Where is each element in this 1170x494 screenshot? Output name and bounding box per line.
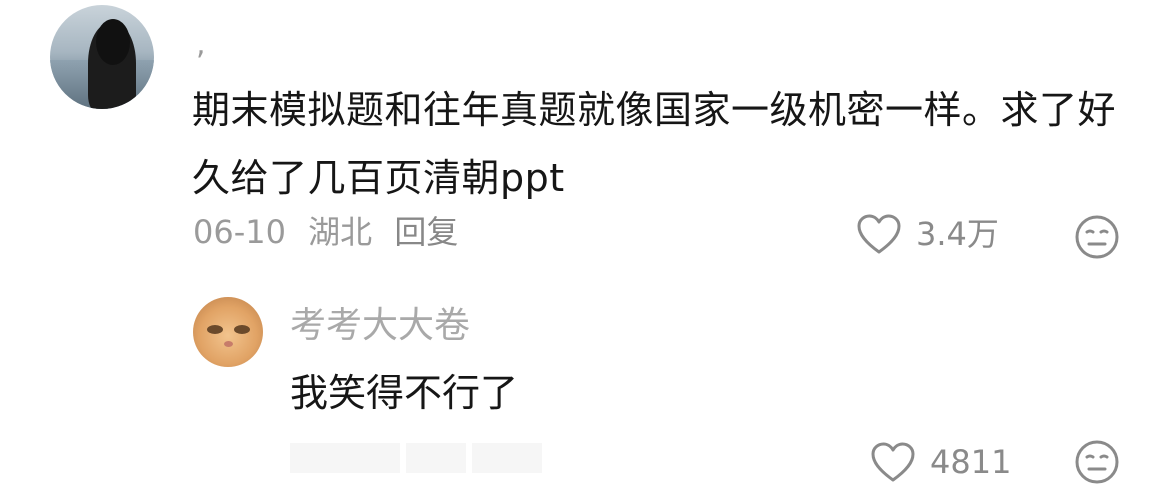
reply-like-count: 4811 xyxy=(930,443,1012,481)
cat-right-eye xyxy=(234,325,250,334)
redacted-meta xyxy=(290,440,552,476)
neutral-face-icon xyxy=(1075,440,1119,484)
reply-like-button[interactable]: 4811 xyxy=(870,440,1011,484)
comment-text: 期末模拟题和往年真题就像国家一级机密一样。求了好久给了几百页清朝ppt xyxy=(192,88,1117,200)
redacted-block xyxy=(406,443,466,473)
neutral-face-icon xyxy=(1075,215,1119,259)
comment-username[interactable]: , xyxy=(196,30,206,60)
avatar[interactable] xyxy=(50,5,154,109)
cat-nose xyxy=(224,341,233,347)
comment-date: 06-10 xyxy=(193,213,286,251)
redacted-block xyxy=(472,443,542,473)
cat-left-eye xyxy=(207,325,223,334)
reply-button[interactable]: 回复 xyxy=(394,213,458,251)
reply-text: 我笑得不行了 xyxy=(290,371,519,415)
reply-username[interactable]: 考考大大卷 xyxy=(290,303,470,349)
like-count: 3.4万 xyxy=(916,215,999,253)
avatar-hair xyxy=(96,19,130,65)
dislike-button[interactable] xyxy=(1074,214,1120,260)
heart-outline-icon xyxy=(857,214,901,254)
heart-outline-icon xyxy=(871,442,915,482)
reply-dislike-button[interactable] xyxy=(1074,439,1120,485)
comment-location: 湖北 xyxy=(308,213,373,251)
comment-meta: 06-10 湖北 回复 xyxy=(193,210,470,254)
like-button[interactable]: 3.4万 xyxy=(856,212,999,256)
redacted-block xyxy=(290,443,400,473)
reply-avatar[interactable] xyxy=(193,297,263,367)
